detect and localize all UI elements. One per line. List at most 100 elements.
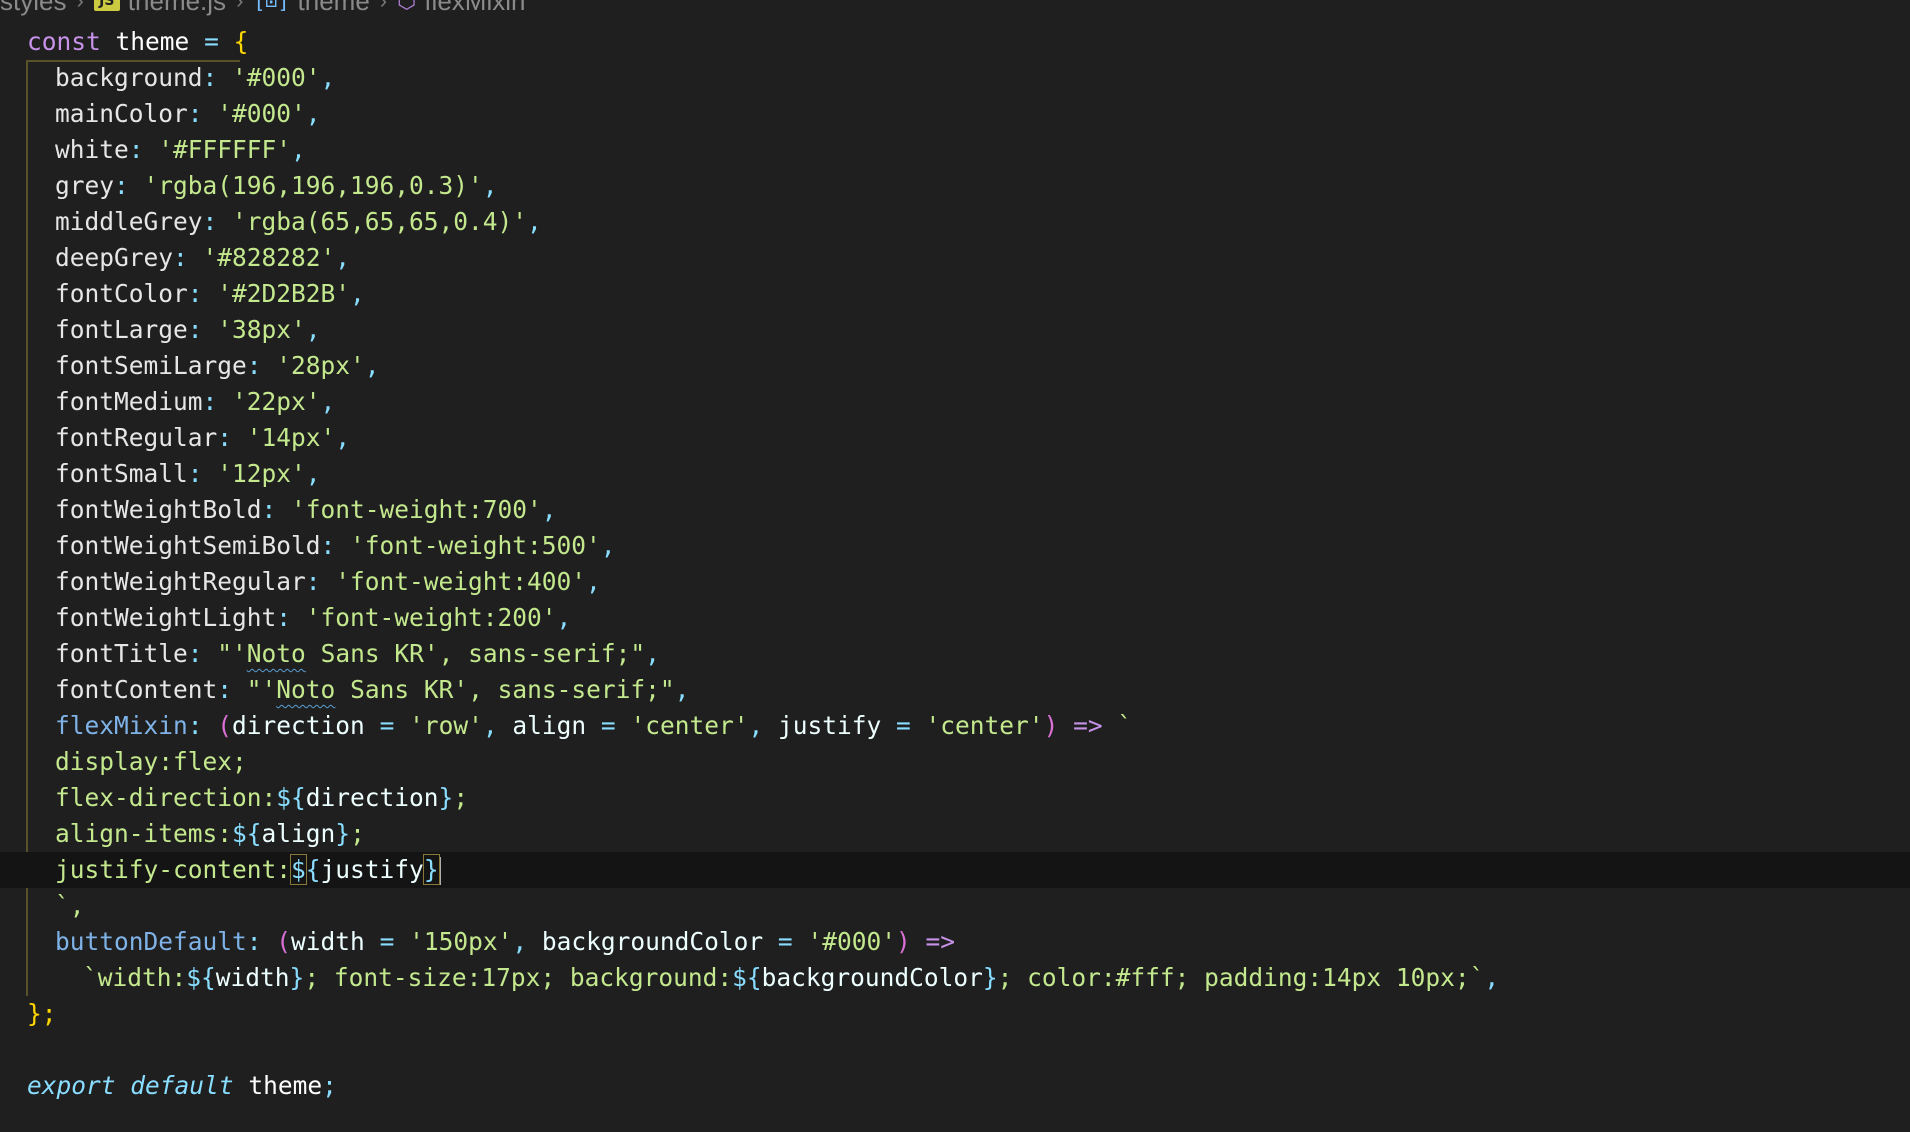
method-icon: ⬡ [397,0,417,14]
code-line-empty[interactable] [0,1032,1910,1068]
property-key: fontSemiLarge [55,351,247,380]
property-key: fontColor [55,279,188,308]
breadcrumb-item-flexmixin[interactable]: ⬡ flexMixin [397,0,525,17]
breadcrumb-item-styles[interactable]: styles [0,0,66,17]
property-key: fontWeightLight [55,603,277,632]
interpolation-var: align [261,819,336,848]
code-line[interactable]: `width:${width}; font-size:17px; backgro… [0,960,1910,996]
keyword-default: default [130,1071,234,1100]
arrow: => [925,927,956,956]
spelling-warning[interactable]: Noto [247,639,306,668]
template-text: ; [453,783,469,812]
property-key: white [55,135,129,164]
code-line[interactable]: }; [0,996,1910,1032]
interpolation-var: width [215,963,290,992]
code-line-current[interactable]: justify-content:${justify} [0,852,1910,888]
code-line[interactable]: fontColor: '#2D2B2B', [0,276,1910,312]
identifier: theme [248,1071,323,1100]
code-line[interactable]: fontWeightRegular: 'font-weight:400', [0,564,1910,600]
property-key: middleGrey [55,207,203,236]
string: '22px' [232,387,321,416]
property-key: fontLarge [55,315,188,344]
code-line[interactable]: flex-direction:${direction}; [0,780,1910,816]
template-text: align-items: [55,819,233,848]
string: '#000' [807,927,896,956]
param: align [512,711,587,740]
punctuation: ; [322,1071,337,1100]
brace: { [233,27,249,56]
template-tick: ` [1117,711,1133,740]
property-key: fontWeightRegular [55,567,306,596]
code-line[interactable]: display:flex; [0,744,1910,780]
code-line[interactable]: export default theme; [0,1068,1910,1104]
string: Sans KR', sans-serif;" [305,639,646,668]
code-line[interactable]: grey: 'rgba(196,196,196,0.3)', [0,168,1910,204]
string: 'font-weight:500' [350,531,601,560]
code-line[interactable]: flexMixin: (direction = 'row', align = '… [0,708,1910,744]
string: "' [217,639,247,668]
code-line[interactable]: fontSmall: '12px', [0,456,1910,492]
code-line[interactable]: background: '#000', [0,60,1910,96]
breadcrumb: styles › JS theme.js › [⊡] theme › ⬡ fle… [0,0,525,16]
breadcrumb-label: theme [297,0,370,16]
code-line[interactable]: buttonDefault: (width = '150px', backgro… [0,924,1910,960]
code-line[interactable]: fontRegular: '14px', [0,420,1910,456]
closing-brace: }; [27,999,57,1028]
code-line[interactable]: `, [0,888,1910,924]
string: 'rgba(65,65,65,0.4)' [232,207,528,236]
property-key: fontRegular [55,423,218,452]
code-line[interactable]: deepGrey: '#828282', [0,240,1910,276]
string: 'center' [630,711,749,740]
punctuation: , [1484,963,1500,992]
operator: = [204,27,219,56]
property-key: mainColor [55,99,188,128]
spelling-warning[interactable]: Noto [276,675,335,704]
param: justify [777,711,882,740]
template-text: ; font-size:17px; background: [304,963,733,992]
string: 'center' [925,711,1044,740]
string: '#828282' [202,243,336,272]
code-line[interactable]: fontSemiLarge: '28px', [0,348,1910,384]
code-line[interactable]: fontTitle: "'Noto Sans KR', sans-serif;"… [0,636,1910,672]
property-key: fontContent [55,675,218,704]
string: '#FFFFFF' [158,135,292,164]
chevron-right-icon: › [379,0,388,13]
code-line[interactable]: fontLarge: '38px', [0,312,1910,348]
code-line[interactable]: fontContent: "'Noto Sans KR', sans-serif… [0,672,1910,708]
js-file-icon: JS [93,0,120,11]
property-key: background [55,63,203,92]
method-name: flexMixin [55,711,188,740]
template-text: ; [350,819,365,848]
code-line[interactable]: fontWeightLight: 'font-weight:200', [0,600,1910,636]
keyword-export: export [27,1071,116,1100]
string: '#2D2B2B' [217,279,351,308]
code-line[interactable]: const theme = { [0,24,1910,60]
arrow: => [1073,711,1103,740]
template-text: justify-content: [55,855,292,884]
param: backgroundColor [541,927,764,956]
breadcrumb-label: flexMixin [424,0,526,16]
text-cursor [438,857,441,885]
param: width [291,927,365,956]
code-editor[interactable]: const theme = { background: '#000', mainC… [0,24,1910,1104]
code-line[interactable]: fontWeightBold: 'font-weight:700', [0,492,1910,528]
code-line[interactable]: mainColor: '#000', [0,96,1910,132]
template-text: display:flex; [55,747,247,776]
code-line[interactable]: fontWeightSemiBold: 'font-weight:500', [0,528,1910,564]
property-key: grey [55,171,115,200]
string: 'font-weight:400' [335,567,587,596]
code-line[interactable]: middleGrey: 'rgba(65,65,65,0.4)', [0,204,1910,240]
code-line[interactable]: fontMedium: '22px', [0,384,1910,420]
variable-icon: [⊡] [253,0,290,13]
template-text: flex-direction: [55,783,277,812]
string: '14px' [246,423,336,452]
code-line[interactable]: align-items:${align}; [0,816,1910,852]
breadcrumb-item-file[interactable]: JS theme.js [93,0,226,17]
string: '#000' [217,99,306,128]
property-key: fontMedium [55,387,203,416]
keyword-const: const [27,27,101,56]
code-line[interactable]: white: '#FFFFFF', [0,132,1910,168]
string: 'font-weight:700' [291,495,542,524]
string: 'font-weight:200' [305,603,557,632]
breadcrumb-item-theme[interactable]: [⊡] theme [253,0,369,17]
